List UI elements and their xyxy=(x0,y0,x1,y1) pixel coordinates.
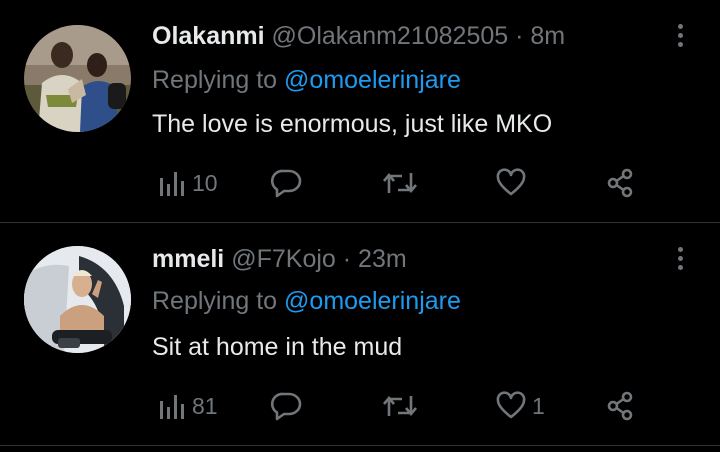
reply-icon xyxy=(270,169,302,198)
views-button[interactable]: 81 xyxy=(158,391,218,421)
share-icon xyxy=(607,391,633,421)
avatar[interactable] xyxy=(24,25,131,132)
replying-prefix: Replying to xyxy=(152,287,285,315)
retweet-button[interactable] xyxy=(382,391,424,421)
like-button[interactable]: 1 xyxy=(496,391,545,421)
share-icon xyxy=(607,168,633,198)
separator-dot: · xyxy=(342,245,352,273)
replying-mention-link[interactable]: @omoelerinjare xyxy=(284,66,461,94)
display-name[interactable]: mmeli xyxy=(152,245,224,273)
replying-to: Replying to @omoelerinjare xyxy=(152,287,461,316)
views-button[interactable]: 10 xyxy=(158,168,218,198)
tweet-header: mmeli @F7Kojo · 23m xyxy=(152,245,407,274)
retweet-icon xyxy=(383,172,417,194)
views-count: 10 xyxy=(192,169,218,196)
tweet-text: Sit at home in the mud xyxy=(152,333,403,361)
tweet-1[interactable]: Olakanmi @Olakanm21082505 · 8m Replying … xyxy=(0,0,720,222)
like-icon xyxy=(496,391,526,419)
reply-button[interactable] xyxy=(270,391,308,421)
more-icon[interactable] xyxy=(672,24,688,54)
reply-button[interactable] xyxy=(270,168,308,198)
more-icon[interactable] xyxy=(672,247,688,277)
timestamp[interactable]: 23m xyxy=(358,245,407,273)
share-button[interactable] xyxy=(606,391,636,421)
tweet-2[interactable]: mmeli @F7Kojo · 23m Replying to @omoeler… xyxy=(0,223,720,445)
views-icon xyxy=(160,395,184,419)
like-icon xyxy=(496,168,526,196)
views-icon xyxy=(160,172,184,196)
retweet-icon xyxy=(383,395,417,417)
reply-icon xyxy=(270,392,302,421)
share-button[interactable] xyxy=(606,168,636,198)
user-handle[interactable]: @Olakanm21082505 xyxy=(272,22,509,50)
retweet-button[interactable] xyxy=(382,168,424,198)
replying-to: Replying to @omoelerinjare xyxy=(152,66,461,95)
replying-prefix: Replying to xyxy=(152,66,285,94)
tweet-separator xyxy=(0,445,720,446)
views-count: 81 xyxy=(192,392,218,419)
separator-dot: · xyxy=(515,22,524,50)
display-name[interactable]: Olakanmi xyxy=(152,22,265,50)
replying-mention-link[interactable]: @omoelerinjare xyxy=(284,287,461,315)
user-handle[interactable]: @F7Kojo xyxy=(231,245,336,273)
tweet-text: The love is enormous, just like MKO xyxy=(152,110,553,138)
like-count: 1 xyxy=(532,392,545,419)
timestamp[interactable]: 8m xyxy=(530,22,565,50)
tweet-header: Olakanmi @Olakanm21082505 · 8m xyxy=(152,22,565,51)
like-button[interactable] xyxy=(496,168,532,198)
avatar[interactable] xyxy=(24,246,131,353)
